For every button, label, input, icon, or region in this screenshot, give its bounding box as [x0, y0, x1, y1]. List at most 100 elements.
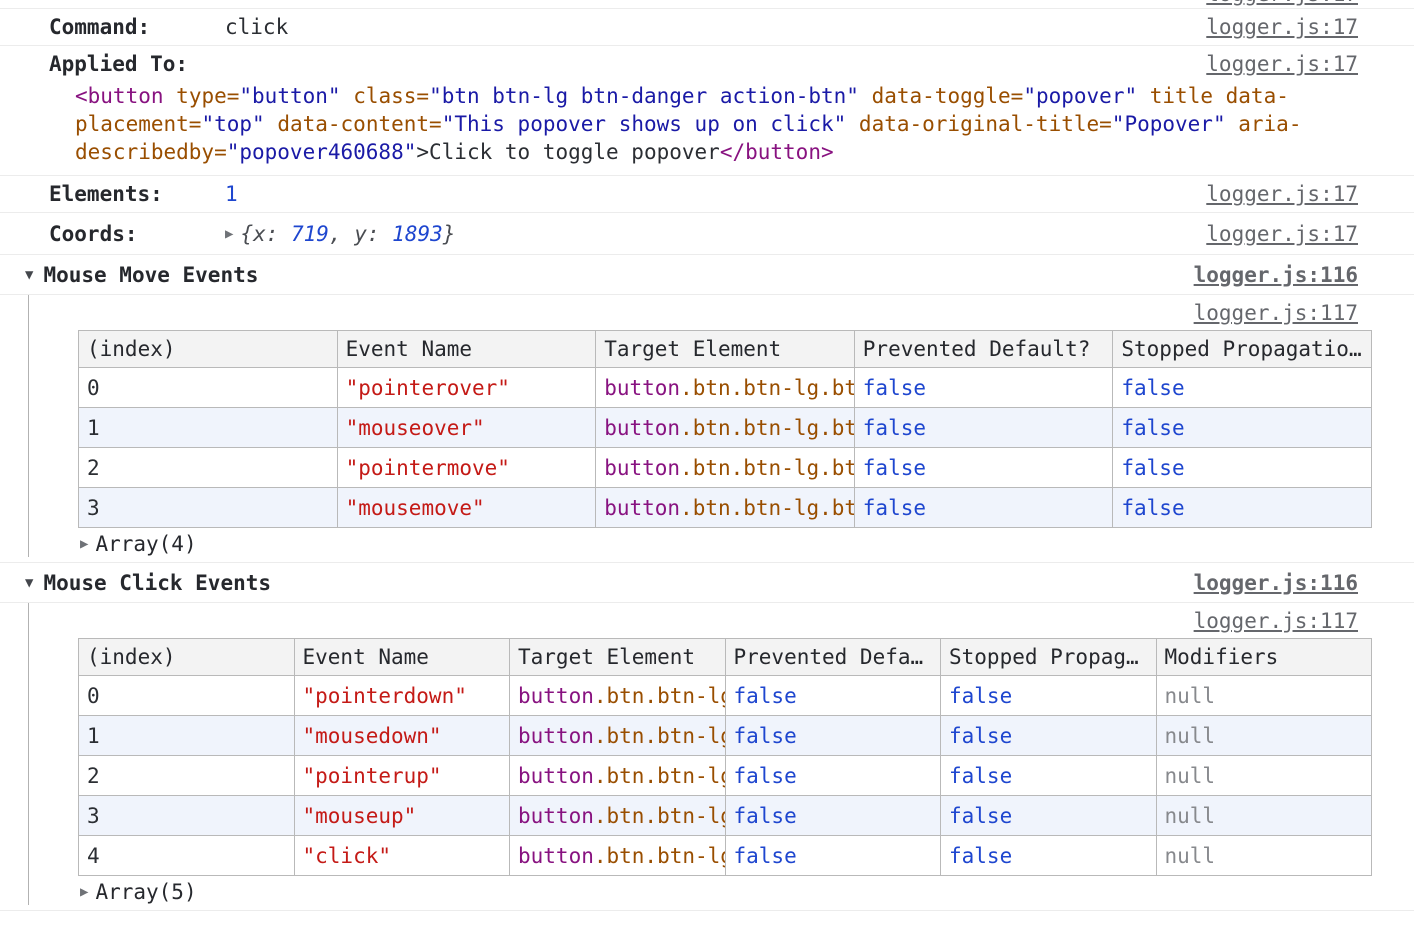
source-link[interactable]: logger.js:116	[1194, 263, 1358, 287]
table-cell: 1	[79, 408, 338, 448]
cell-value: 3	[87, 804, 100, 828]
table-cell: false	[1113, 488, 1372, 528]
table-cell: "pointermove"	[337, 448, 596, 488]
table-cell: button.btn.btn-lg.btn-danger.action-btn	[510, 756, 726, 796]
table-cell: 3	[79, 488, 338, 528]
code-token: data-original-title=	[859, 112, 1112, 136]
source-link[interactable]: logger.js:17	[1206, 182, 1358, 206]
expand-triangle-icon[interactable]: ▶	[80, 536, 88, 552]
group-header[interactable]: ▼ Mouse Move Events logger.js:116	[0, 255, 1414, 295]
table-cell: false	[1113, 408, 1372, 448]
element-preview[interactable]: <button type="button" class="btn btn-lg …	[0, 82, 1414, 166]
cell-value: 2	[87, 456, 100, 480]
table-cell: null	[1156, 676, 1372, 716]
command-message: Command: click logger.js:17	[0, 9, 1414, 46]
elements-label: Elements:	[49, 182, 225, 206]
cell-value: 0	[87, 684, 100, 708]
table-cell: false	[854, 488, 1113, 528]
element-classes: .btn.btn-lg.btn-danger.action-btn	[680, 456, 854, 480]
source-link[interactable]: logger.js:17	[1206, 52, 1358, 76]
table-cell: button.btn.btn-lg.btn-danger.action-btn	[596, 368, 855, 408]
cell-value: false	[949, 684, 1012, 708]
table-row: 1"mouseover"button.btn.btn-lg.btn-danger…	[79, 408, 1372, 448]
table-row: 3"mouseup"button.btn.btn-lg.btn-danger.a…	[79, 796, 1372, 836]
element-tag: button	[604, 376, 680, 400]
table-header-cell[interactable]: Target Element	[596, 331, 855, 368]
table-cell: false	[725, 676, 941, 716]
code-token: aria-	[1238, 112, 1301, 136]
source-link[interactable]: logger.js:117	[1194, 609, 1358, 633]
collapse-triangle-icon[interactable]: ▼	[25, 267, 33, 283]
element-classes: .btn.btn-lg.btn-danger.action-btn	[594, 804, 725, 828]
source-link[interactable]: logger.js:17	[1206, 0, 1358, 6]
table-cell: 2	[79, 756, 295, 796]
array-preview[interactable]: ▶ Array(4)	[0, 528, 1414, 560]
console-group: ▼ Mouse Click Events logger.js:116 logge…	[0, 563, 1414, 911]
table-cell: false	[725, 716, 941, 756]
cell-value: false	[1121, 416, 1184, 440]
cell-value: false	[949, 764, 1012, 788]
element-tag: button	[518, 764, 594, 788]
table-header-cell[interactable]: (index)	[79, 331, 338, 368]
code-token	[859, 84, 872, 108]
table-header-cell[interactable]: Stopped Propagation?	[941, 639, 1157, 676]
code-token	[1226, 112, 1239, 136]
cell-value: false	[949, 724, 1012, 748]
code-token: }	[443, 222, 456, 246]
cell-value: 1	[87, 724, 100, 748]
table-header-cell[interactable]: Modifiers	[1156, 639, 1372, 676]
source-link[interactable]: logger.js:117	[1194, 301, 1358, 325]
table-header-cell[interactable]: Stopped Propagation?	[1113, 331, 1372, 368]
code-token: "popover460688"	[227, 140, 417, 164]
expand-triangle-icon[interactable]: ▶	[225, 226, 233, 242]
group-header[interactable]: ▼ Mouse Click Events logger.js:116	[0, 563, 1414, 603]
cell-value: "pointerup"	[303, 764, 442, 788]
table-cell: button.btn.btn-lg.btn-danger.action-btn	[510, 676, 726, 716]
element-classes: .btn.btn-lg.btn-danger.action-btn	[594, 844, 725, 868]
cell-value: "mousemove"	[346, 496, 485, 520]
table-cell: false	[854, 448, 1113, 488]
code-line: <button type="button" class="btn btn-lg …	[0, 82, 1414, 110]
table-cell: "pointerup"	[294, 756, 510, 796]
table-header-cell[interactable]: Target Element	[510, 639, 726, 676]
array-preview[interactable]: ▶ Array(5)	[0, 876, 1414, 908]
code-token: class=	[353, 84, 429, 108]
table-cell: "pointerdown"	[294, 676, 510, 716]
group-title: Mouse Click Events	[43, 571, 271, 595]
table-row: 2 "pointerup" button.btn.btn-lg.btn-danger…	[79, 756, 1372, 796]
cell-value: "pointerover"	[346, 376, 510, 400]
expand-triangle-icon[interactable]: ▶	[80, 884, 88, 900]
cell-value: false	[949, 804, 1012, 828]
element-tag: button	[604, 496, 680, 520]
coords-object-preview[interactable]: {x: 719, y: 1893}	[240, 222, 455, 246]
command-value: click	[225, 15, 288, 39]
cell-value: false	[734, 764, 797, 788]
cell-value: null	[1165, 764, 1216, 788]
table-cell: "mousedown"	[294, 716, 510, 756]
table-header-cell[interactable]: Event Name	[294, 639, 510, 676]
table-cell: false	[941, 676, 1157, 716]
code-token	[1137, 84, 1150, 108]
table-header-cell[interactable]: Prevented Default?	[725, 639, 941, 676]
collapse-triangle-icon[interactable]: ▼	[25, 575, 33, 591]
table-row: 4"click"button.btn.btn-lg.btn-danger.act…	[79, 836, 1372, 876]
table-header-cell[interactable]: Event Name	[337, 331, 596, 368]
source-link[interactable]: logger.js:17	[1206, 222, 1358, 246]
table-row: 1"mousedown"button.btn.btn-lg.btn-danger…	[79, 716, 1372, 756]
clipped-top-message: logger.js:17	[0, 0, 1414, 9]
table-header-cell[interactable]: (index)	[79, 639, 295, 676]
source-link[interactable]: logger.js:116	[1194, 571, 1358, 595]
cell-value: false	[734, 844, 797, 868]
table-cell: button.btn.btn-lg.btn-danger.action-btn	[510, 836, 726, 876]
array-preview-label: Array(4)	[95, 532, 196, 556]
elements-message: Elements: 1 logger.js:17	[0, 176, 1414, 213]
code-token: data-toggle=	[872, 84, 1024, 108]
event-table: (index)Event NameTarget ElementPrevented…	[78, 330, 1372, 528]
element-tag: button	[518, 684, 594, 708]
source-link[interactable]: logger.js:17	[1206, 15, 1358, 39]
table-cell: 1	[79, 716, 295, 756]
code-line: describedby="popover460688">Click to tog…	[0, 138, 1414, 166]
cell-value: 1	[87, 416, 100, 440]
cell-value: 2	[87, 764, 100, 788]
table-header-cell[interactable]: Prevented Default?	[854, 331, 1113, 368]
